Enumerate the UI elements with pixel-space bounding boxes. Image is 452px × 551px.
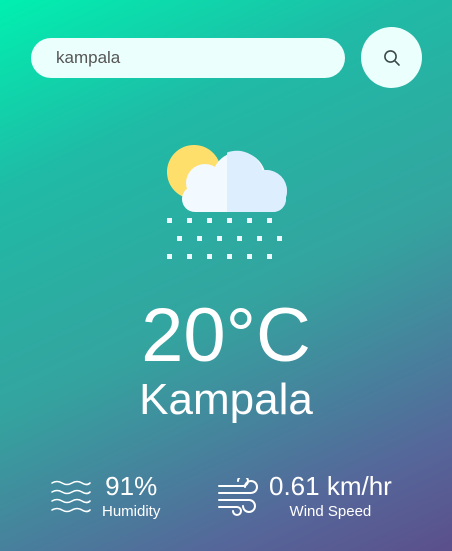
weather-card: 20°C Kampala 91% Humidity 0.61 km/	[0, 0, 452, 551]
city-name: Kampala	[139, 375, 313, 424]
wind-speed-label: Wind Speed	[289, 503, 372, 520]
humidity-waves-icon	[51, 480, 91, 512]
search-input[interactable]	[31, 38, 345, 78]
search-icon	[383, 49, 400, 66]
wind-icon	[218, 477, 258, 516]
search-button[interactable]	[361, 27, 422, 88]
humidity-stat: 91% Humidity	[50, 472, 160, 521]
cloud-sun-snow-icon	[167, 145, 287, 259]
wind-speed-value: 0.61 km/hr	[269, 471, 392, 501]
temperature: 20°C	[141, 293, 311, 378]
wind-stat: 0.61 km/hr Wind Speed	[217, 472, 392, 521]
humidity-label: Humidity	[102, 503, 161, 520]
humidity-value: 91%	[105, 471, 158, 501]
